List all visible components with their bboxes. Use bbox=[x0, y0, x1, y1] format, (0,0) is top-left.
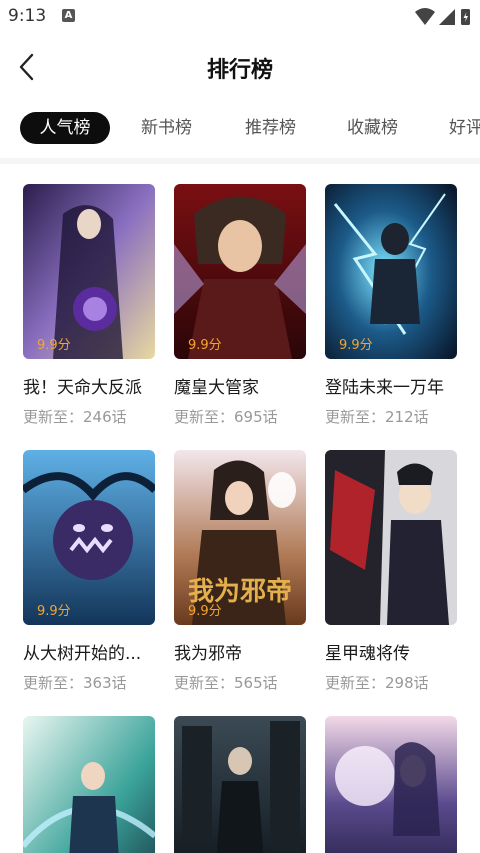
comic-update: 更新至：565话 bbox=[174, 674, 278, 692]
comic-title: 我为邪帝 bbox=[174, 644, 242, 664]
tab-new-books[interactable]: 新书榜 bbox=[141, 112, 192, 144]
comic-update: 更新至：363话 bbox=[23, 674, 127, 692]
score-badge: 9.9分 bbox=[37, 338, 71, 353]
status-icons bbox=[414, 6, 472, 28]
comic-cover: 我为邪帝 9.9分 bbox=[174, 450, 306, 625]
comic-title: 登陆未来一万年 bbox=[325, 378, 444, 398]
score-badge: 9.9分 bbox=[37, 604, 71, 619]
signal-icon bbox=[439, 9, 455, 25]
comic-card[interactable]: 9.9分 魔皇大管家 更新至：695话 bbox=[174, 184, 306, 427]
comic-card[interactable] bbox=[23, 716, 155, 853]
comic-cover bbox=[23, 716, 155, 853]
comic-title: 我！天命大反派 bbox=[23, 378, 142, 398]
comic-cover: 9.9分 bbox=[23, 450, 155, 625]
comic-cover: 9.9分 bbox=[23, 184, 155, 359]
comic-cover: 掌 bbox=[325, 716, 457, 853]
comic-update: 更新至：246话 bbox=[23, 408, 127, 426]
score-badge: 9.9分 bbox=[188, 338, 222, 353]
score-badge: 9.9分 bbox=[339, 338, 373, 353]
comic-cover: 9.9分 bbox=[325, 184, 457, 359]
comic-card[interactable]: 9.9分 登陆未来一万年 更新至：212话 bbox=[325, 184, 457, 427]
tab-recommended[interactable]: 推荐榜 bbox=[245, 112, 296, 144]
status-bar: 9:13 A bbox=[0, 0, 480, 34]
comic-card[interactable]: 掌 bbox=[325, 716, 457, 853]
comic-card[interactable]: 星甲魂将传 更新至：298话 bbox=[325, 450, 457, 693]
page-title: 排行榜 bbox=[206, 58, 273, 83]
comic-grid: 9.9分 我！天命大反派 更新至：246话 9.9分 魔皇大管家 更新至：695… bbox=[0, 164, 480, 853]
comic-card[interactable] bbox=[174, 716, 306, 853]
score-badge: 9.9分 bbox=[188, 604, 222, 619]
comic-cover bbox=[325, 450, 457, 625]
status-time: 9:13 bbox=[8, 6, 47, 26]
tab-favorites[interactable]: 收藏榜 bbox=[347, 112, 398, 144]
comic-title: 魔皇大管家 bbox=[174, 378, 259, 398]
notification-icon: A bbox=[62, 9, 75, 22]
comic-card[interactable]: 我为邪帝 9.9分 我为邪帝 更新至：565话 bbox=[174, 450, 306, 693]
wifi-icon bbox=[415, 8, 435, 25]
tab-good-reviews[interactable]: 好评 bbox=[449, 112, 480, 144]
header: 排行榜 bbox=[0, 34, 480, 100]
comic-title: 星甲魂将传 bbox=[325, 644, 410, 664]
ranking-tabs: 人气榜 新书榜 推荐榜 收藏榜 好评 bbox=[0, 108, 480, 148]
comic-update: 更新至：695话 bbox=[174, 408, 278, 426]
comic-update: 更新至：298话 bbox=[325, 674, 429, 692]
comic-card[interactable]: 9.9分 从大树开始的... 更新至：363话 bbox=[23, 450, 155, 693]
comic-cover: 9.9分 bbox=[174, 184, 306, 359]
comic-title: 从大树开始的... bbox=[23, 644, 142, 664]
comic-cover bbox=[174, 716, 306, 853]
tab-popularity[interactable]: 人气榜 bbox=[20, 112, 110, 144]
comic-card[interactable]: 9.9分 我！天命大反派 更新至：246话 bbox=[23, 184, 155, 427]
comic-update: 更新至：212话 bbox=[325, 408, 429, 426]
